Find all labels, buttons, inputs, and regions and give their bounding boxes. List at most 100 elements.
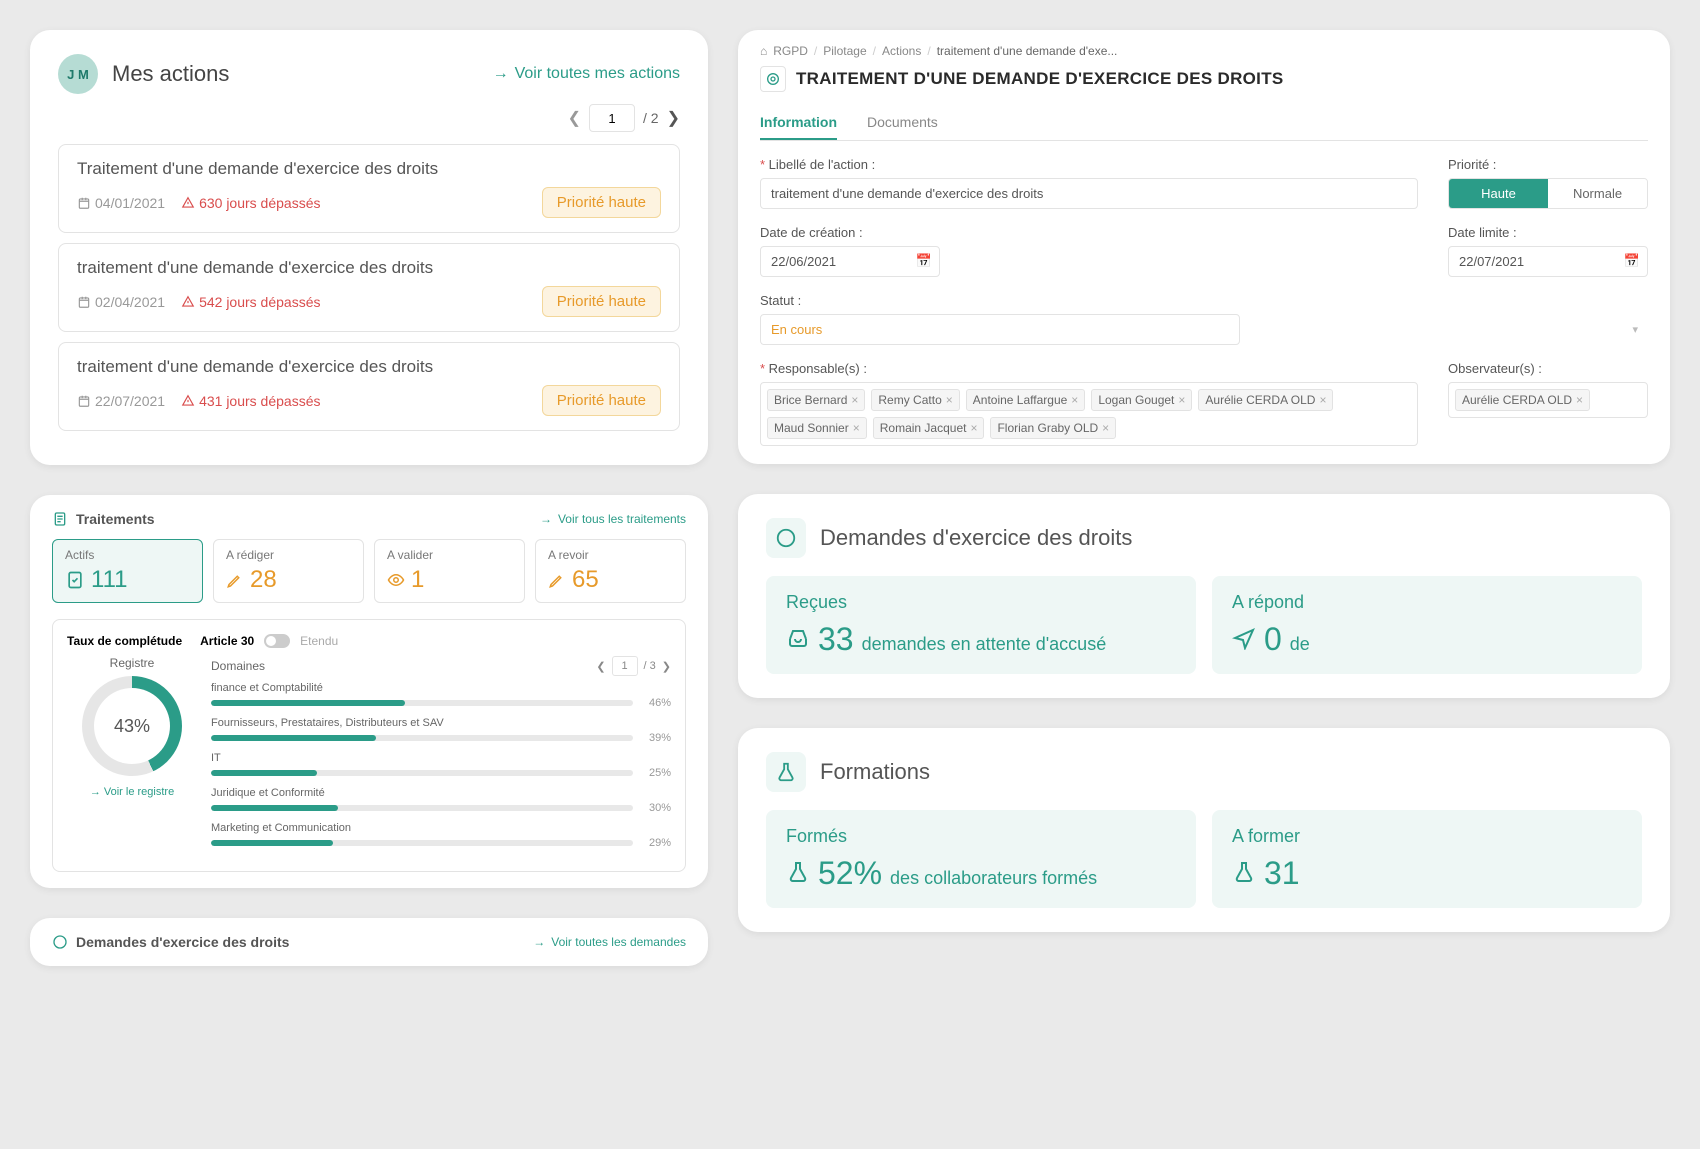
statut-select[interactable]: En cours: [760, 314, 1240, 345]
view-all-traitements-link[interactable]: → Voir tous les traitements: [540, 512, 686, 526]
view-all-actions-label: Voir toutes mes actions: [515, 65, 680, 83]
observateurs-input[interactable]: Aurélie CERDA OLD ×: [1448, 382, 1648, 418]
stat-value: 65: [548, 566, 673, 594]
stat-value: 1: [387, 566, 512, 594]
stat-label: A rédiger: [226, 548, 351, 562]
arrow-right-icon: →: [493, 65, 509, 83]
clipboard-icon: [52, 511, 68, 527]
priority-badge: Priorité haute: [542, 187, 661, 218]
crumb-1[interactable]: Pilotage: [823, 44, 866, 58]
domaine-row: finance et Comptabilité 46%: [211, 682, 671, 709]
stat-card[interactable]: A rédiger 28: [213, 539, 364, 603]
actions-pager: ❮ 1 / 2 ❯: [58, 104, 680, 132]
responsables-label: Responsable(s) :: [760, 361, 1418, 376]
priorite-normale[interactable]: Normale: [1548, 179, 1647, 208]
priorite-haute[interactable]: Haute: [1449, 179, 1548, 208]
stat-label: Actifs: [65, 548, 190, 562]
remove-tag-icon[interactable]: ×: [1319, 393, 1326, 407]
mode-etendu[interactable]: Etendu: [300, 634, 338, 648]
info-card[interactable]: Reçues33demandes en attente d'accusé: [766, 576, 1196, 674]
domaines-next[interactable]: ❯: [662, 660, 671, 673]
domaine-name: IT: [211, 752, 671, 764]
stat-card[interactable]: Actifs 111: [52, 539, 203, 603]
action-item[interactable]: traitement d'une demande d'exercice des …: [58, 342, 680, 431]
statut-label: Statut :: [760, 293, 1648, 308]
domaines-total: / 3: [644, 660, 656, 672]
donut-value: 43%: [82, 676, 182, 776]
calendar-icon[interactable]: 📅: [916, 253, 932, 269]
chat-icon: [766, 518, 806, 558]
domaine-row: Marketing et Communication 29%: [211, 822, 671, 849]
action-item[interactable]: Traitement d'une demande d'exercice des …: [58, 144, 680, 233]
action-item[interactable]: traitement d'une demande d'exercice des …: [58, 243, 680, 332]
calendar-icon: 02/04/2021: [77, 294, 165, 310]
action-item-title: traitement d'une demande d'exercice des …: [77, 357, 661, 377]
tab-documents[interactable]: Documents: [867, 106, 938, 140]
flask-icon: [766, 752, 806, 792]
actions-panel: J M Mes actions → Voir toutes mes action…: [30, 30, 708, 465]
info-card[interactable]: A former31: [1212, 810, 1642, 908]
action-item-title: Traitement d'une demande d'exercice des …: [77, 159, 661, 179]
view-all-demandes-link[interactable]: → Voir toutes les demandes: [533, 935, 686, 949]
crumb-0[interactable]: RGPD: [773, 44, 808, 58]
warning-icon: 542 jours dépassés: [181, 294, 320, 310]
avatar: J M: [58, 54, 98, 94]
date-creation-label: Date de création :: [760, 225, 1418, 240]
crumb-2[interactable]: Actions: [882, 44, 921, 58]
calendar-icon: 04/01/2021: [77, 195, 165, 211]
pager-page-input[interactable]: 1: [589, 104, 635, 132]
person-tag[interactable]: Aurélie CERDA OLD ×: [1455, 389, 1590, 411]
actions-title: Mes actions: [112, 61, 493, 87]
person-tag[interactable]: Logan Gouget ×: [1091, 389, 1192, 411]
observateurs-label: Observateur(s) :: [1448, 361, 1648, 376]
formations-panel: Formations Formés52%des collaborateurs f…: [738, 728, 1670, 932]
date-limite-label: Date limite :: [1448, 225, 1648, 240]
person-tag[interactable]: Antoine Laffargue ×: [966, 389, 1086, 411]
remove-tag-icon[interactable]: ×: [946, 393, 953, 407]
responsables-input[interactable]: Brice Bernard × Remy Catto × Antoine Laffa…: [760, 382, 1418, 446]
domaine-pct: 46%: [641, 697, 671, 709]
domaine-pct: 30%: [641, 802, 671, 814]
stat-label: A valider: [387, 548, 512, 562]
home-icon[interactable]: ⌂: [760, 44, 767, 58]
crumb-3: traitement d'une demande d'exe...: [937, 44, 1118, 58]
domaine-row: Fournisseurs, Prestataires, Distributeur…: [211, 717, 671, 744]
libelle-input[interactable]: [760, 178, 1418, 209]
stat-card[interactable]: A valider 1: [374, 539, 525, 603]
pager-prev[interactable]: ❮: [568, 108, 581, 128]
mode-article30[interactable]: Article 30: [200, 634, 254, 648]
person-tag[interactable]: Aurélie CERDA OLD ×: [1198, 389, 1333, 411]
mode-toggle[interactable]: [264, 634, 290, 648]
remove-tag-icon[interactable]: ×: [970, 421, 977, 435]
date-creation-input[interactable]: [760, 246, 940, 277]
tab-information[interactable]: Information: [760, 106, 837, 140]
info-card[interactable]: Formés52%des collaborateurs formés: [766, 810, 1196, 908]
person-tag[interactable]: Maud Sonnier ×: [767, 417, 867, 439]
calendar-icon[interactable]: 📅: [1624, 253, 1640, 269]
view-registre-link[interactable]: → Voir le registre: [67, 786, 197, 798]
remove-tag-icon[interactable]: ×: [851, 393, 858, 407]
remove-tag-icon[interactable]: ×: [1178, 393, 1185, 407]
person-tag[interactable]: Brice Bernard ×: [767, 389, 865, 411]
person-tag[interactable]: Florian Graby OLD ×: [990, 417, 1116, 439]
info-card[interactable]: A répond0de: [1212, 576, 1642, 674]
person-tag[interactable]: Romain Jacquet ×: [873, 417, 985, 439]
person-tag[interactable]: Remy Catto ×: [871, 389, 959, 411]
date-limite-input[interactable]: [1448, 246, 1648, 277]
demandes-panel: Demandes d'exercice des droits Reçues33d…: [738, 494, 1670, 698]
chat-icon: [52, 934, 68, 950]
remove-tag-icon[interactable]: ×: [1102, 421, 1109, 435]
domaine-name: Juridique et Conformité: [211, 787, 671, 799]
detail-panel: ⌂ RGPD/ Pilotage/ Actions/ traitement d'…: [738, 30, 1670, 464]
domaine-name: finance et Comptabilité: [211, 682, 671, 694]
stat-card[interactable]: A revoir 65: [535, 539, 686, 603]
remove-tag-icon[interactable]: ×: [853, 421, 860, 435]
domaine-row: Juridique et Conformité 30%: [211, 787, 671, 814]
remove-tag-icon[interactable]: ×: [1576, 393, 1583, 407]
pager-next[interactable]: ❯: [667, 108, 680, 128]
domaines-page[interactable]: 1: [612, 656, 638, 676]
remove-tag-icon[interactable]: ×: [1071, 393, 1078, 407]
stat-value: 111: [65, 566, 190, 594]
domaines-prev[interactable]: ❮: [596, 660, 605, 673]
view-all-actions-link[interactable]: → Voir toutes mes actions: [493, 65, 680, 83]
